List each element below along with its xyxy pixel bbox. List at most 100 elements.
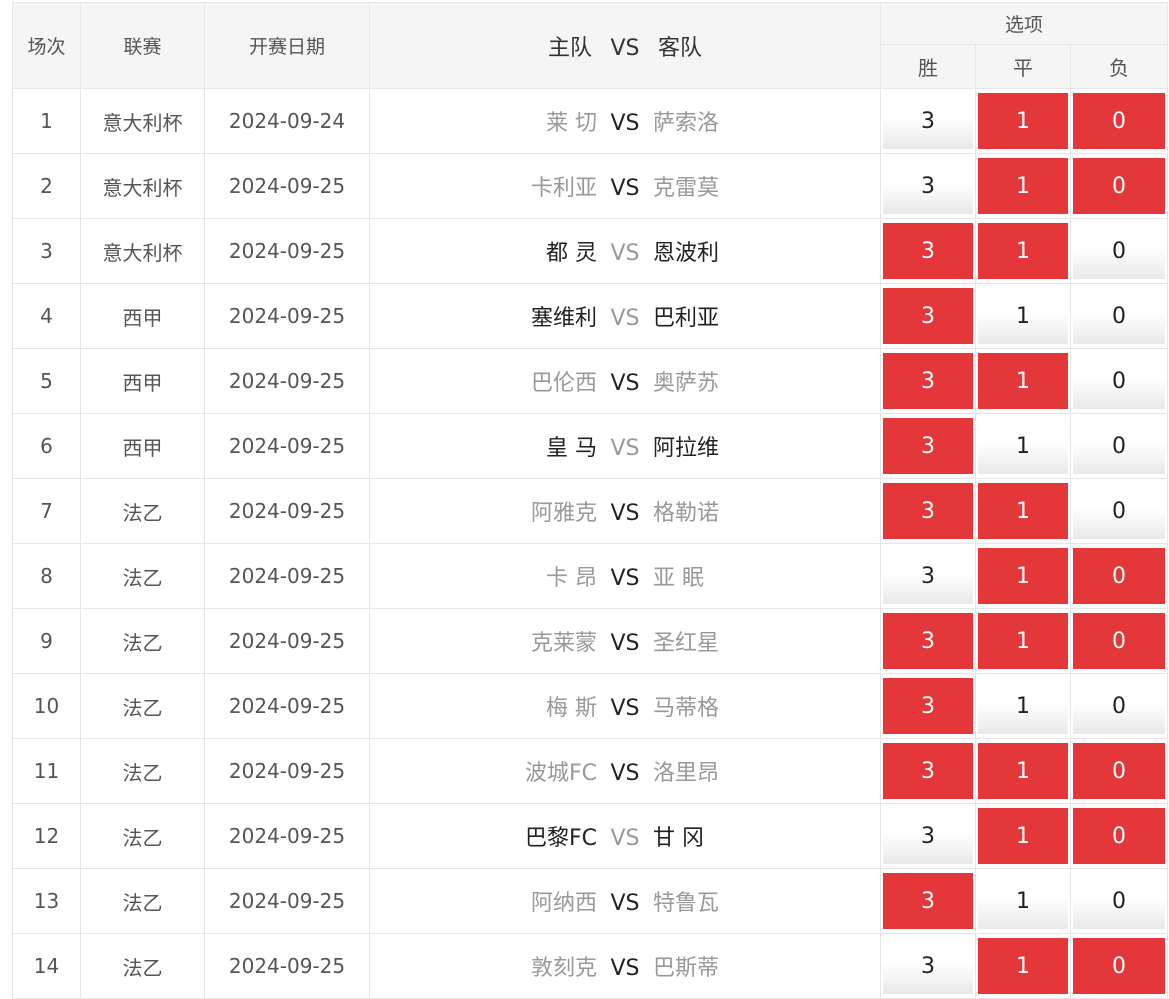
option-draw-cell: 1: [975, 88, 1071, 154]
option-win-button[interactable]: 3: [883, 678, 973, 734]
league-name: 法乙: [80, 543, 205, 609]
away-team: 巴利亚: [653, 306, 720, 331]
option-draw-button[interactable]: 1: [978, 873, 1068, 929]
option-win-button[interactable]: 3: [883, 743, 973, 799]
option-win-button[interactable]: 3: [883, 548, 973, 604]
option-draw-button[interactable]: 1: [978, 418, 1068, 474]
option-draw-button[interactable]: 1: [978, 223, 1068, 279]
match-teams: 克莱蒙 VS 圣红星: [369, 608, 881, 674]
match-teams: 卡 昂 VS 亚 眠: [369, 543, 881, 609]
option-lose-button[interactable]: 0: [1073, 223, 1166, 279]
option-lose-cell: 0: [1069, 88, 1169, 154]
vs-label: VS: [610, 826, 640, 851]
match-date: 2024-09-25: [204, 933, 370, 999]
vs-label: VS: [610, 566, 640, 591]
home-team: 莱 切: [546, 111, 597, 136]
header-vs: VS: [610, 35, 640, 61]
table-row: 9 法乙 2024-09-25 克莱蒙 VS 圣红星 3 1 0: [12, 608, 1169, 674]
header-date: 开赛日期: [204, 2, 370, 89]
option-draw-cell: 1: [975, 933, 1071, 999]
option-win-cell: 3: [880, 283, 976, 349]
option-lose-button[interactable]: 0: [1073, 613, 1166, 669]
away-team: 阿拉维: [653, 436, 720, 461]
option-win-button[interactable]: 3: [883, 223, 973, 279]
option-draw-cell: 1: [975, 218, 1071, 284]
away-team: 巴斯蒂: [653, 956, 720, 981]
option-lose-button[interactable]: 0: [1073, 678, 1166, 734]
vs-label: VS: [610, 761, 640, 786]
match-teams: 阿雅克 VS 格勒诺: [369, 478, 881, 544]
table-row: 5 西甲 2024-09-25 巴伦西 VS 奥萨苏 3 1 0: [12, 348, 1169, 414]
match-date: 2024-09-25: [204, 868, 370, 934]
option-draw-button[interactable]: 1: [978, 288, 1068, 344]
option-draw-button[interactable]: 1: [978, 158, 1068, 214]
away-team: 甘 冈: [653, 826, 704, 851]
option-lose-button[interactable]: 0: [1073, 483, 1166, 539]
option-draw-button[interactable]: 1: [978, 548, 1068, 604]
table-row: 3 意大利杯 2024-09-25 都 灵 VS 恩波利 3 1 0: [12, 218, 1169, 284]
header-league: 联赛: [80, 2, 205, 89]
match-table-container: 场次 联赛 开赛日期 主队 VS 客队 选项 胜 平 负 1 意大利杯 2024-0…: [12, 2, 1169, 999]
option-draw-button[interactable]: 1: [978, 93, 1068, 149]
option-win-button[interactable]: 3: [883, 93, 973, 149]
option-lose-button[interactable]: 0: [1073, 158, 1166, 214]
option-lose-button[interactable]: 0: [1073, 808, 1166, 864]
vs-label: VS: [610, 891, 640, 916]
table-row: 8 法乙 2024-09-25 卡 昂 VS 亚 眠 310: [12, 543, 1169, 609]
match-teams: 敦刻克 VS 巴斯蒂: [369, 933, 881, 999]
option-draw-button[interactable]: 1: [978, 353, 1068, 409]
option-win-button[interactable]: 3: [883, 808, 973, 864]
table-header: 场次 联赛 开赛日期 主队 VS 客队 选项 胜 平 负: [12, 2, 1169, 89]
option-lose-button[interactable]: 0: [1073, 353, 1166, 409]
header-opt-draw: 平: [975, 44, 1071, 89]
option-draw-cell: 1: [975, 868, 1071, 934]
vs-label: VS: [610, 501, 640, 526]
option-win-cell: 3: [880, 153, 976, 219]
home-team: 巴黎FC: [524, 826, 597, 851]
option-lose-button[interactable]: 0: [1073, 93, 1166, 149]
option-win-cell: 3: [880, 868, 976, 934]
option-draw-button[interactable]: 1: [978, 483, 1068, 539]
option-lose-cell: 0: [1069, 478, 1169, 544]
table-row: 1 意大利杯 2024-09-24 莱 切 VS 萨索洛 3 1 0: [12, 88, 1169, 154]
option-draw-button[interactable]: 1: [978, 743, 1068, 799]
option-lose-button[interactable]: 0: [1073, 873, 1166, 929]
league-name: 西甲: [80, 413, 205, 479]
match-teams: 阿纳西 VS 特鲁瓦: [369, 868, 881, 934]
option-win-button[interactable]: 3: [883, 158, 973, 214]
option-win-cell: 3: [880, 933, 976, 999]
option-draw-button[interactable]: 1: [978, 613, 1068, 669]
match-date: 2024-09-24: [204, 88, 370, 154]
match-index: 5: [12, 348, 81, 414]
table-row: 6 西甲 2024-09-25 皇 马 VS 阿拉维 3 1 0: [12, 413, 1169, 479]
option-win-button[interactable]: 3: [883, 938, 973, 994]
league-name: 西甲: [80, 283, 205, 349]
option-lose-button[interactable]: 0: [1073, 938, 1166, 994]
option-lose-button[interactable]: 0: [1073, 418, 1166, 474]
option-draw-button[interactable]: 1: [978, 808, 1068, 864]
home-team: 巴伦西: [530, 371, 597, 396]
option-win-button[interactable]: 3: [883, 353, 973, 409]
match-index: 8: [12, 543, 81, 609]
option-draw-cell: 1: [975, 608, 1071, 674]
option-lose-button[interactable]: 0: [1073, 288, 1166, 344]
option-win-button[interactable]: 3: [883, 418, 973, 474]
vs-label: VS: [610, 306, 640, 331]
option-lose-cell: 0: [1069, 413, 1169, 479]
option-win-button[interactable]: 3: [883, 288, 973, 344]
option-lose-button[interactable]: 0: [1073, 548, 1166, 604]
option-win-button[interactable]: 3: [883, 483, 973, 539]
vs-label: VS: [610, 436, 640, 461]
option-win-button[interactable]: 3: [883, 873, 973, 929]
vs-label: VS: [610, 696, 640, 721]
option-lose-button[interactable]: 0: [1073, 743, 1166, 799]
option-win-button[interactable]: 3: [883, 613, 973, 669]
option-lose-cell: 0: [1069, 608, 1169, 674]
match-date: 2024-09-25: [204, 283, 370, 349]
option-draw-button[interactable]: 1: [978, 678, 1068, 734]
vs-label: VS: [610, 176, 640, 201]
home-team: 塞维利: [530, 306, 597, 331]
table-row: 12 法乙 2024-09-25 巴黎FC VS 甘 冈 310: [12, 803, 1169, 869]
header-options: 选项: [879, 2, 1169, 45]
option-draw-button[interactable]: 1: [978, 938, 1068, 994]
